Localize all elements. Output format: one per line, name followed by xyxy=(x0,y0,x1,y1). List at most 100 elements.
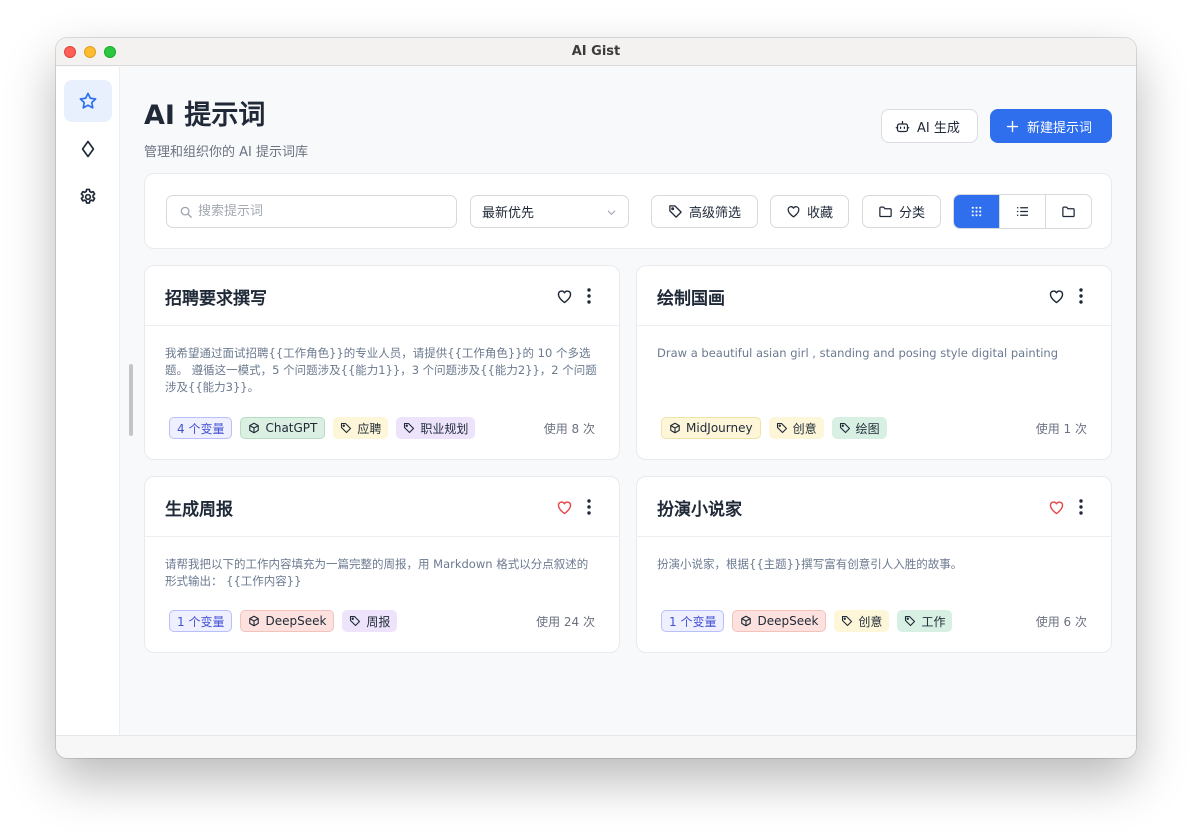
model-badge: DeepSeek xyxy=(240,610,335,632)
heart-icon[interactable] xyxy=(1048,288,1065,305)
cube-icon xyxy=(741,615,752,627)
sidebar-item-settings[interactable] xyxy=(64,176,112,218)
list-view-button[interactable] xyxy=(1000,195,1046,228)
tag-badge: 职业规划 xyxy=(396,417,476,439)
variables-badge: 1 个变量 xyxy=(169,610,233,632)
tag-icon xyxy=(776,422,787,434)
heart-icon[interactable] xyxy=(556,288,573,305)
sidebar-item-models[interactable] xyxy=(64,128,112,170)
card-title: 扮演小说家 xyxy=(657,500,742,520)
more-options-icon[interactable] xyxy=(581,498,597,516)
new-prompt-button[interactable]: 新建提示词 xyxy=(990,109,1112,143)
folder-view-button[interactable] xyxy=(1046,195,1091,228)
favorites-button[interactable]: 收藏 xyxy=(770,195,849,228)
card-description: 请帮我把以下的工作内容填充为一篇完整的周报，用 Markdown 格式以分点叙述… xyxy=(165,557,589,588)
tag-badge: 应聘 xyxy=(333,417,389,439)
sidebar-item-prompts[interactable] xyxy=(64,80,112,122)
variables-badge: 4 个变量 xyxy=(169,417,233,439)
tag-badge: 绘图 xyxy=(831,417,887,439)
usage-count: 使用 1 次 xyxy=(1035,422,1087,436)
card-header: 绘制国画 xyxy=(637,266,1111,326)
category-button[interactable]: 分类 xyxy=(862,195,941,228)
model-badge: ChatGPT xyxy=(240,417,326,439)
grid-icon xyxy=(971,206,982,217)
scrollbar-thumb[interactable] xyxy=(129,364,133,436)
card-header: 生成周报 xyxy=(145,477,619,537)
usage-count: 使用 8 次 xyxy=(543,422,595,436)
cube-icon xyxy=(670,422,680,434)
model-label: MidJourney xyxy=(686,421,753,435)
prompt-card[interactable]: 生成周报 请帮我把以下的工作内容填充为一篇完整的周报，用 Markdown 格式… xyxy=(144,476,620,653)
ai-generate-label: AI 生成 xyxy=(917,120,960,136)
page-subtitle: 管理和组织你的 AI 提示词库 xyxy=(144,145,308,160)
card-header: 招聘要求撰写 xyxy=(145,266,619,326)
robot-icon xyxy=(895,120,910,132)
search-icon xyxy=(180,206,192,218)
model-badge: MidJourney xyxy=(661,417,761,439)
variables-badge: 1 个变量 xyxy=(661,610,725,632)
more-options-icon[interactable] xyxy=(1073,498,1089,516)
grid-view-button[interactable] xyxy=(954,195,1000,228)
tag-label: 周报 xyxy=(366,614,391,629)
tag-label: 应聘 xyxy=(357,421,382,436)
card-description: 扮演小说家，根据{{主题}}撰写富有创意引人入胜的故事。 xyxy=(657,557,963,571)
more-options-icon[interactable] xyxy=(581,287,597,305)
tag-icon xyxy=(842,615,853,627)
sort-select-value: 最新优先 xyxy=(482,206,535,221)
diamond-icon xyxy=(81,140,95,158)
model-label: DeepSeek xyxy=(265,614,327,628)
folder-icon xyxy=(1062,206,1075,218)
chevron-down-icon xyxy=(607,210,616,215)
card-title: 绘制国画 xyxy=(657,289,725,309)
heart-icon xyxy=(787,206,800,218)
ai-generate-button[interactable]: AI 生成 xyxy=(881,109,978,143)
tag-label: 绘图 xyxy=(855,421,880,436)
search-box[interactable] xyxy=(166,195,457,228)
new-prompt-label: 新建提示词 xyxy=(1027,120,1093,136)
cube-icon xyxy=(249,615,260,627)
prompt-card[interactable]: 绘制国画 Draw a beautiful asian girl , stand… xyxy=(636,265,1112,460)
tag-label: 职业规划 xyxy=(420,421,469,436)
tag-icon xyxy=(905,615,916,627)
card-tags: MidJourney 创意 绘图 xyxy=(661,417,887,439)
tag-icon xyxy=(839,422,850,434)
tag-label: 工作 xyxy=(921,614,946,629)
tag-badge: 周报 xyxy=(342,610,398,632)
card-tags: 1 个变量 DeepSeek 创意 工作 xyxy=(661,610,953,632)
advanced-filter-button[interactable]: 高级筛选 xyxy=(651,195,758,228)
gear-icon xyxy=(80,188,96,204)
status-bar xyxy=(56,735,1136,758)
tag-label: 创意 xyxy=(792,421,817,436)
tag-icon xyxy=(341,422,352,434)
tag-badge: 创意 xyxy=(768,417,824,439)
tag-badge: 工作 xyxy=(897,610,953,632)
category-label: 分类 xyxy=(898,206,925,221)
card-title: 招聘要求撰写 xyxy=(165,289,267,309)
plus-icon xyxy=(1006,120,1019,132)
prompt-card[interactable]: 扮演小说家 扮演小说家，根据{{主题}}撰写富有创意引人入胜的故事。 1 个变量… xyxy=(636,476,1112,653)
tag-icon xyxy=(404,422,415,434)
heart-icon[interactable] xyxy=(1048,499,1065,516)
advanced-filter-label: 高级筛选 xyxy=(688,206,741,221)
star-icon xyxy=(79,92,97,109)
view-switcher xyxy=(953,194,1092,229)
tag-icon xyxy=(350,615,361,627)
title-bar: AI Gist xyxy=(56,38,1136,66)
more-options-icon[interactable] xyxy=(1073,287,1089,305)
sidebar xyxy=(56,67,120,736)
window-title: AI Gist xyxy=(571,44,621,59)
search-input[interactable] xyxy=(198,204,438,219)
card-description: 我希望通过面试招聘{{工作角色}}的专业人员，请提供{{工作角色}}的 10 个… xyxy=(165,346,597,394)
card-title: 生成周报 xyxy=(165,500,233,520)
sort-select[interactable]: 最新优先 xyxy=(470,195,629,228)
prompt-card[interactable]: 招聘要求撰写 我希望通过面试招聘{{工作角色}}的专业人员，请提供{{工作角色}… xyxy=(144,265,620,460)
usage-count: 使用 6 次 xyxy=(1035,615,1087,629)
heart-icon[interactable] xyxy=(556,499,573,516)
card-tags: 4 个变量 ChatGPT 应聘 职业规划 xyxy=(169,417,476,439)
page-title: AI 提示词 xyxy=(144,100,266,131)
folder-icon xyxy=(879,206,892,218)
usage-count: 使用 24 次 xyxy=(536,615,595,629)
list-icon xyxy=(1016,207,1029,216)
model-label: DeepSeek xyxy=(757,614,819,628)
filter-toolbar: 最新优先 高级筛选 收藏 分类 xyxy=(144,173,1112,249)
